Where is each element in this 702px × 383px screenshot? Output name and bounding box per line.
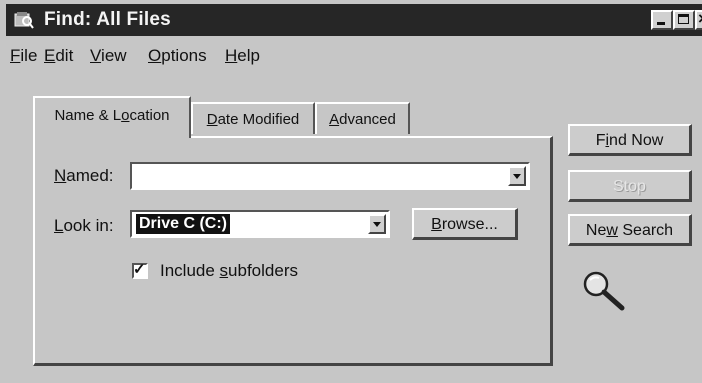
magnifier-icon [583,271,625,311]
menu-view[interactable]: View [90,46,127,66]
window-title: Find: All Files [44,9,171,30]
tab-name-location[interactable]: Name & Location [33,96,191,138]
new-search-button[interactable]: New Search [568,214,692,246]
tab-date-modified[interactable]: Date Modified [191,102,315,134]
include-subfolders-label[interactable]: Include subfolders [160,261,298,281]
dropdown-arrow-icon[interactable] [368,214,386,234]
menu-edit[interactable]: Edit [44,46,73,66]
checkmark-icon: ✓ [133,261,146,278]
look-in-combobox[interactable]: Drive C (C:) [130,210,390,238]
named-combobox[interactable] [130,162,530,190]
tab-advanced[interactable]: Advanced [315,102,410,134]
find-window-icon [14,12,34,29]
browse-button[interactable]: Browse... [412,208,518,240]
stop-button[interactable]: Stop [568,170,692,202]
maximize-icon [678,14,689,24]
look-in-value[interactable]: Drive C (C:) [136,214,231,234]
find-dialog: Find: All Files × File Edit View Options… [0,0,702,383]
minimize-icon [657,22,665,25]
dropdown-arrow-icon[interactable] [508,166,526,186]
maximize-button[interactable] [673,10,695,30]
close-icon: × [698,9,702,29]
menu-help[interactable]: Help [225,46,260,66]
minimize-button[interactable] [651,10,673,30]
menu-options[interactable]: Options [148,46,207,66]
named-label: Named: [54,166,114,185]
title-bar[interactable]: Find: All Files × [6,4,702,36]
menu-file[interactable]: File [10,46,37,66]
find-now-button[interactable]: Find Now [568,124,692,156]
close-button[interactable]: × [695,9,702,30]
include-subfolders-checkbox[interactable]: ✓ [132,261,148,279]
look-in-label: Look in: [54,216,114,235]
